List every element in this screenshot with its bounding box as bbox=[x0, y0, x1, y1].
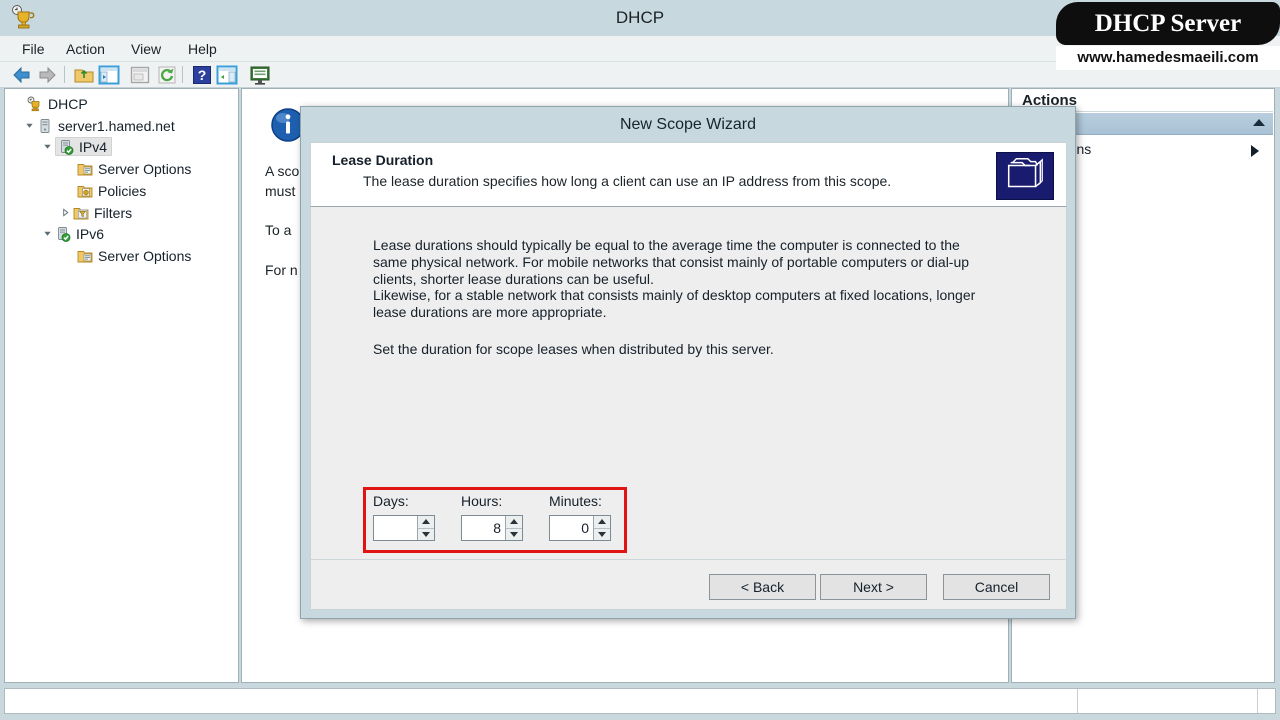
tree-item-filters[interactable]: Filters bbox=[59, 202, 132, 223]
ipv4-server-icon bbox=[61, 139, 74, 155]
minutes-spin-buttons[interactable] bbox=[593, 516, 610, 540]
tree-item-label: IPv4 bbox=[79, 138, 108, 155]
details-line-4: For n bbox=[265, 262, 298, 278]
menu-help[interactable]: Help bbox=[180, 36, 225, 62]
twisty-placeholder bbox=[13, 97, 26, 110]
days-spin-buttons[interactable] bbox=[417, 516, 434, 540]
tree-item-server-options-ipv6[interactable]: Server Options bbox=[77, 245, 191, 266]
days-stepper[interactable] bbox=[373, 515, 435, 541]
show-hide-console-tree-icon[interactable] bbox=[98, 64, 120, 86]
tree-item-label: IPv6 bbox=[76, 225, 105, 242]
wizard-header: Lease Duration The lease duration specif… bbox=[310, 142, 1067, 207]
options-folder-icon bbox=[77, 163, 93, 175]
tree-item-policies[interactable]: Policies bbox=[77, 180, 146, 201]
tree-item-label: Server Options bbox=[98, 160, 192, 177]
arrow-down-icon bbox=[422, 531, 430, 537]
status-bar bbox=[4, 688, 1276, 714]
hours-label: Hours: bbox=[461, 493, 503, 509]
show-hide-action-pane-icon[interactable] bbox=[216, 64, 238, 86]
days-spin-up-button[interactable] bbox=[418, 516, 434, 529]
days-spin-down-button[interactable] bbox=[418, 528, 434, 540]
back-button[interactable]: < Back bbox=[709, 574, 816, 600]
tree-item-label: Filters bbox=[94, 204, 133, 221]
minutes-stepper[interactable]: 0 bbox=[549, 515, 611, 541]
hours-spin-buttons[interactable] bbox=[505, 516, 522, 540]
filters-folder-icon bbox=[73, 207, 89, 219]
dhcp-console-window: DHCP File Action View Help ? DHCP server… bbox=[0, 0, 1280, 720]
svg-text:?: ? bbox=[198, 67, 207, 83]
back-icon[interactable] bbox=[11, 64, 33, 86]
status-separator-2 bbox=[1077, 689, 1078, 713]
twisty-expanded-icon[interactable] bbox=[23, 119, 36, 132]
arrow-down-icon bbox=[598, 531, 606, 537]
days-label: Days: bbox=[373, 493, 409, 509]
tree-item-dhcp[interactable]: DHCP bbox=[13, 93, 88, 114]
lease-paragraph-3: Set the duration for scope leases when d… bbox=[373, 341, 774, 357]
arrow-up-icon bbox=[598, 519, 606, 525]
up-folder-icon[interactable] bbox=[73, 64, 95, 86]
chevron-up-icon[interactable] bbox=[1253, 119, 1265, 126]
new-scope-wizard-dialog: New Scope Wizard Lease Duration The leas… bbox=[300, 106, 1076, 619]
twisty-expanded-icon[interactable] bbox=[41, 140, 54, 153]
minutes-input[interactable]: 0 bbox=[550, 516, 593, 540]
watermark: DHCP Server www.hamedesmaeili.com bbox=[1048, 0, 1280, 76]
dhcp-root-icon bbox=[27, 96, 40, 111]
policies-folder-icon bbox=[77, 185, 93, 197]
arrow-up-icon bbox=[422, 519, 430, 525]
menu-view[interactable]: View bbox=[123, 36, 169, 62]
help-icon[interactable]: ? bbox=[191, 64, 213, 86]
details-line-1: A sco bbox=[265, 163, 300, 179]
next-button[interactable]: Next > bbox=[820, 574, 927, 600]
minutes-label: Minutes: bbox=[549, 493, 602, 509]
menu-action[interactable]: Action bbox=[58, 36, 113, 62]
tree-item-label: DHCP bbox=[48, 95, 88, 112]
folders-stack-icon bbox=[996, 152, 1054, 200]
hours-spin-up-button[interactable] bbox=[506, 516, 522, 529]
tree-item-label: server1.hamed.net bbox=[58, 117, 175, 134]
cancel-button[interactable]: Cancel bbox=[943, 574, 1050, 600]
hours-input[interactable]: 8 bbox=[462, 516, 505, 540]
export-list-icon[interactable] bbox=[249, 64, 271, 86]
menu-file[interactable]: File bbox=[14, 36, 53, 62]
toolbar-separator-2 bbox=[182, 66, 183, 83]
details-line-3: To a bbox=[265, 222, 292, 238]
twisty-expanded-icon[interactable] bbox=[41, 227, 54, 240]
days-input[interactable] bbox=[374, 516, 417, 540]
minutes-spin-up-button[interactable] bbox=[594, 516, 610, 529]
wizard-footer: < Back Next > Cancel bbox=[310, 559, 1067, 610]
lease-paragraph-2: Likewise, for a stable network that cons… bbox=[373, 287, 976, 320]
tree-item-ipv4[interactable]: IPv4 bbox=[41, 136, 113, 157]
wizard-body: Lease durations should typically be equa… bbox=[310, 207, 1067, 584]
hours-spin-down-button[interactable] bbox=[506, 528, 522, 540]
watermark-url: www.hamedesmaeili.com bbox=[1056, 46, 1280, 70]
arrow-up-icon bbox=[510, 519, 518, 525]
tree-item-server1[interactable]: server1.hamed.net bbox=[23, 115, 175, 136]
ipv6-server-icon bbox=[58, 226, 71, 242]
options-folder-icon bbox=[77, 250, 93, 262]
server-icon bbox=[40, 118, 50, 133]
wizard-page-title: Lease Duration bbox=[332, 152, 434, 168]
console-tree-pane[interactable]: DHCP server1.hamed.net IPv4 Server Optio… bbox=[4, 88, 239, 683]
forward-icon[interactable] bbox=[36, 64, 58, 86]
arrow-down-icon bbox=[510, 531, 518, 537]
lease-paragraph-1: Lease durations should typically be equa… bbox=[373, 237, 970, 287]
twisty-collapsed-icon[interactable] bbox=[59, 206, 72, 219]
tree-item-ipv6[interactable]: IPv6 bbox=[41, 223, 104, 244]
wizard-page-subtitle: The lease duration specifies how long a … bbox=[363, 173, 892, 189]
wizard-title: New Scope Wizard bbox=[619, 116, 757, 133]
status-separator-1 bbox=[1257, 689, 1258, 713]
tree-item-server-options-ipv4[interactable]: Server Options bbox=[77, 158, 191, 179]
tree-item-label: Server Options bbox=[98, 247, 192, 264]
hours-stepper[interactable]: 8 bbox=[461, 515, 523, 541]
chevron-right-icon bbox=[1251, 145, 1259, 157]
details-line-2: must bbox=[265, 183, 296, 199]
watermark-title: DHCP Server bbox=[1094, 10, 1242, 37]
properties-icon[interactable] bbox=[129, 64, 151, 86]
minutes-spin-down-button[interactable] bbox=[594, 528, 610, 540]
tree-item-label: Policies bbox=[98, 182, 147, 199]
refresh-icon[interactable] bbox=[156, 64, 178, 86]
toolbar-separator-1 bbox=[64, 66, 65, 83]
